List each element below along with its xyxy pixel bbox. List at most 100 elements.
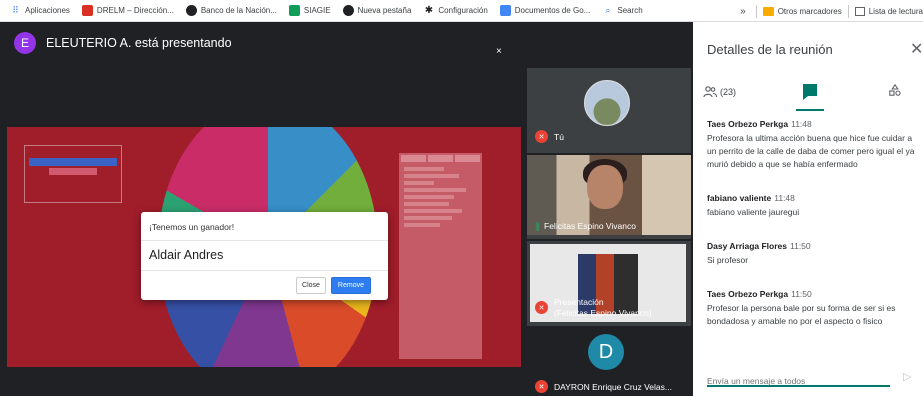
other-bookmarks-button[interactable]: Otros marcadores [778,7,842,16]
bookmark-banco-nacion[interactable]: Banco de la Nación... [185,5,277,16]
panel-title: Detalles de la reunión [707,42,833,57]
presentation-owner: (Felicitas Espino Vivanco) [554,308,652,318]
chat-icon-tail [803,96,808,100]
panel-title-blur [25,149,121,155]
message-header: fabiano valiente 11:48 [707,193,917,203]
message-author: Taes Orbezo Perkga [707,289,789,299]
more-bookmarks-button[interactable]: » [740,6,746,17]
bookmark-label: Aplicaciones [25,6,70,15]
bookmark-search[interactable]: ⌕ Search [602,5,642,16]
apps-grid-icon: ⠿ [12,5,19,15]
tile-name: ||| Felicitas Espino Vivanco [535,221,636,231]
tile-felicitas[interactable]: ||| Felicitas Espino Vivanco [527,155,691,239]
avatar: D [588,334,624,370]
bookmark-label: DRELM – Dirección... [96,6,174,15]
presenter-label: ELEUTERIO A. está presentando [46,36,232,50]
bookmark-siagie[interactable]: SIAGIE [288,5,331,16]
meeting-details-panel: Detalles de la reunión ✕ (23) Taes Orbez… [693,22,923,396]
bookmark-documentos[interactable]: Documentos de Go... [499,5,591,16]
bookmark-label: Documentos de Go... [514,6,591,15]
gear-icon: ✱ [424,5,434,16]
tile-name: ✕ Presentación (Felicitas Espino Vivanco… [535,297,652,319]
people-count: (23) [720,87,737,97]
tab-activities[interactable] [889,83,901,99]
separator [755,4,757,18]
spin-button [29,158,117,166]
reading-list-button[interactable]: Lista de lectura [869,7,923,16]
message-text: Profesor la persona bale por su forma de… [707,303,896,326]
siagie-bookmark-icon [288,5,300,16]
avatar: E [14,32,36,54]
video-face [587,165,623,209]
separator [847,4,849,18]
tile-name: ✕ DAYRON Enrique Cruz Velas... [535,380,672,393]
message-text: Profesora la ultima acción buena que hic… [707,133,915,169]
docs-icon [499,5,511,16]
bookmark-aplicaciones[interactable]: ⠿ Aplicaciones [10,5,70,16]
entries-panel [399,153,482,359]
tab-chat[interactable] [796,84,824,111]
mic-off-icon: ✕ [535,380,548,393]
people-icon [703,86,717,98]
message-time: 11:48 [774,193,795,203]
modal-footer: Close Remove [141,271,388,294]
message-header: Dasy Arriaga Flores 11:50 [707,241,917,251]
reading-list-icon [854,6,865,16]
participant-name: Felicitas Espino Vivanco [544,221,636,231]
close-icon: × [496,46,502,57]
avatar [584,80,630,126]
bookmarks-bar: ⠿ Aplicaciones DRELM – Dirección... Banc… [0,0,923,22]
bookmarks-right: » Otros marcadores Lista de lectura [740,0,923,22]
tile-presentation[interactable]: ✕ Presentación (Felicitas Espino Vivanco… [527,241,691,326]
chat-message: Taes Orbezo Perkga 11:48 Profesora la ult… [707,119,917,171]
folder-icon [762,6,774,16]
message-text: Si profesor [707,255,749,265]
bookmark-label: Banco de la Nación... [200,6,277,15]
close-button[interactable]: Close [296,277,326,294]
tile-you[interactable]: ✕ Tú [527,68,691,153]
message-time: 11:48 [791,119,812,129]
active-tab-indicator [796,109,824,111]
message-header: Taes Orbezo Perkga 11:50 [707,289,917,299]
message-author: Dasy Arriaga Flores [707,241,787,251]
speaking-icon: ||| [535,221,540,231]
participant-name: DAYRON Enrique Cruz Velas... [554,381,672,392]
chat-message: Taes Orbezo Perkga 11:50 Profesor la pers… [707,289,917,328]
chat-input[interactable] [707,376,890,386]
bookmark-label: Nueva pestaña [357,6,412,15]
presentation-title: Presentación [554,297,604,307]
bookmark-drelm[interactable]: DRELM – Dirección... [81,5,174,16]
tile-dayron[interactable]: D ✕ DAYRON Enrique Cruz Velas... [527,328,691,396]
tab-people[interactable]: (23) [703,86,736,98]
close-icon[interactable]: ✕ [910,39,923,59]
reset-button [49,168,97,175]
bookmark-configuracion[interactable]: ✱ Configuración [423,5,488,16]
panel-tabs: (23) [693,80,923,111]
drelm-bookmark-icon [81,5,93,16]
message-author: fabiano valiente [707,193,772,203]
mic-off-icon: ✕ [535,301,548,314]
remove-button[interactable]: Remove [330,277,371,294]
chat-messages: Taes Orbezo Perkga 11:48 Profesora la ult… [707,119,917,350]
message-author: Taes Orbezo Perkga [707,119,789,129]
tile-name: ✕ Tú [535,130,564,143]
globe-icon [185,5,197,16]
globe-icon [342,5,354,16]
message-text: fabiano valiente jauregui [707,207,800,217]
bookmark-label: Configuración [438,6,488,15]
mic-off-icon: ✕ [535,130,548,143]
message-time: 11:50 [791,289,812,299]
bookmark-label: Search [617,6,643,15]
presenter-bar: E ELEUTERIO A. está presentando [14,32,232,54]
bookmark-nueva-pestana[interactable]: Nueva pestaña [342,5,412,16]
meeting-stage: E ELEUTERIO A. está presentando × ¡Tenem… [0,22,693,396]
search-icon: ⌕ [605,5,611,15]
send-icon[interactable]: ▷ [903,370,911,383]
presentation-name: Presentación (Felicitas Espino Vivanco) [554,297,652,319]
chat-icon [803,84,817,96]
bookmark-label: SIAGIE [303,6,331,15]
winner-name: Aldair Andres [141,241,388,271]
participant-tiles: ✕ Tú ||| Felicitas Espino Vivanco ✕ Pres… [527,68,691,396]
wheel-settings-panel [24,145,122,203]
chat-message: fabiano valiente 11:48 fabiano valiente j… [707,193,917,219]
